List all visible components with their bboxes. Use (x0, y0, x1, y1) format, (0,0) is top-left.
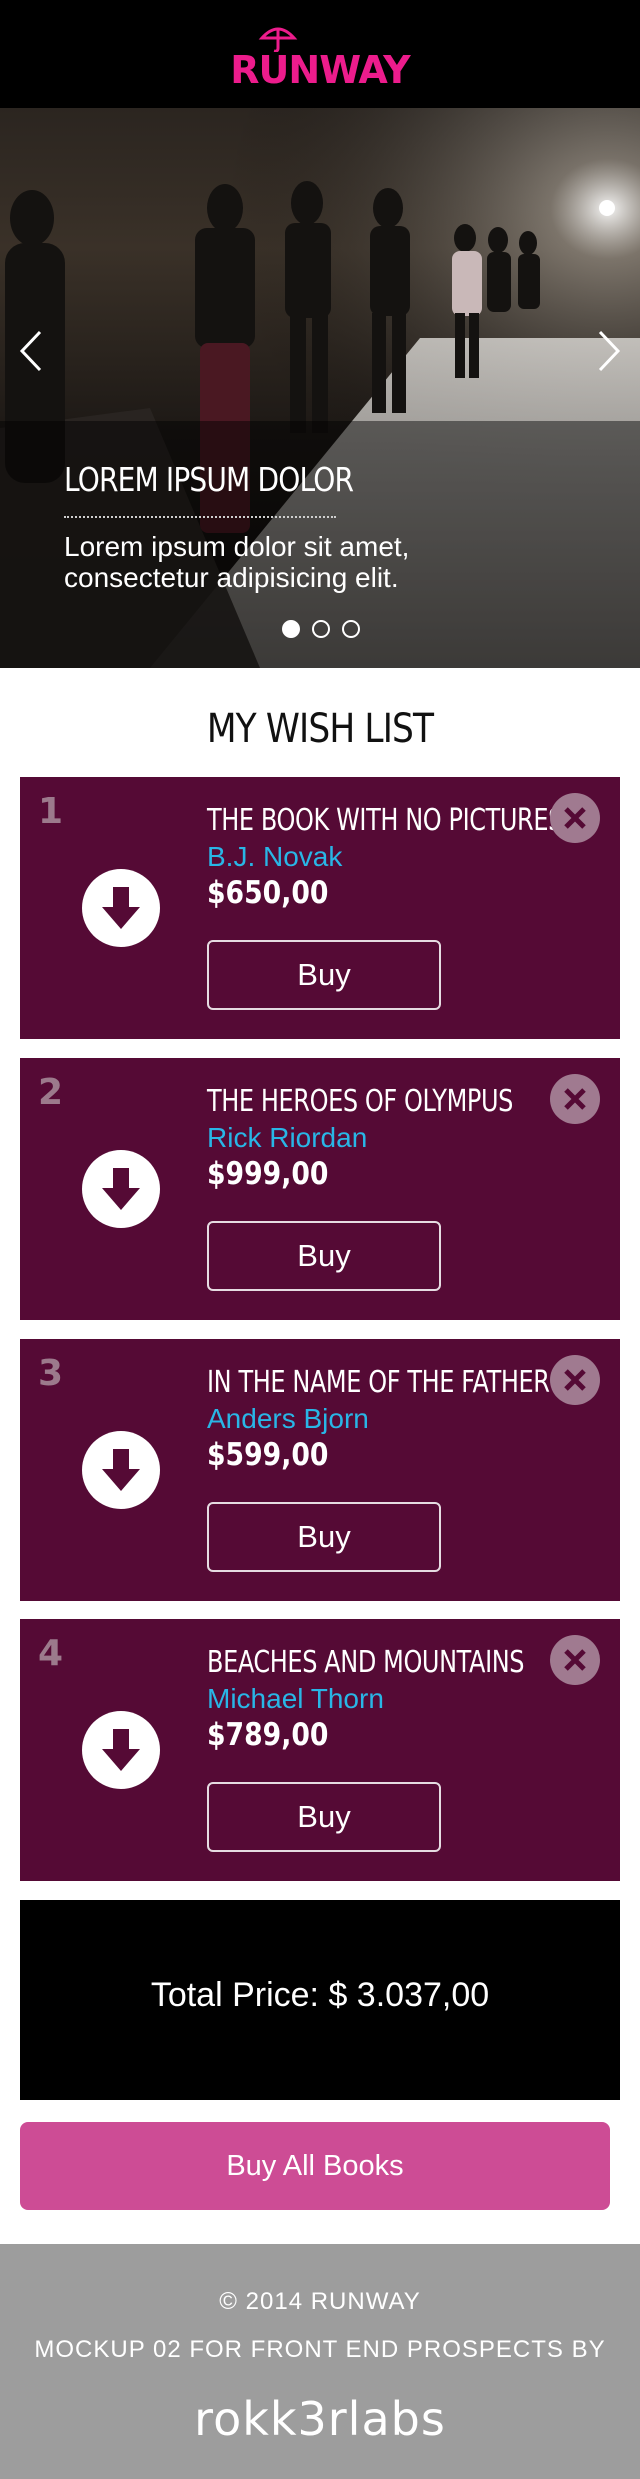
book-author[interactable]: Michael Thorn (207, 1683, 384, 1715)
slide-description: Lorem ipsum dolor sit amet, consectetur … (64, 531, 410, 593)
book-author[interactable]: B.J. Novak (207, 841, 342, 873)
wishlist-item: 3 IN THE NAME OF THE FATHER Anders Bjorn… (20, 1339, 620, 1601)
item-number: 4 (38, 1633, 64, 1674)
book-author[interactable]: Rick Riordan (207, 1122, 367, 1154)
chevron-right-icon[interactable] (592, 328, 626, 374)
item-number: 2 (38, 1072, 64, 1113)
buy-all-button[interactable]: Buy All Books (20, 2122, 610, 2210)
wishlist-item: 2 THE HEROES OF OLYMPUS Rick Riordan $99… (20, 1058, 620, 1320)
download-arrow-icon[interactable] (82, 1431, 160, 1509)
item-number: 1 (38, 791, 64, 832)
logo-text: RUNWAY (230, 48, 410, 92)
wishlist-item: 4 BEACHES AND MOUNTAINS Michael Thorn $7… (20, 1619, 620, 1881)
close-icon[interactable] (550, 1355, 600, 1405)
book-price: $789,00 (207, 1717, 329, 1753)
close-icon[interactable] (550, 1074, 600, 1124)
book-title: THE HEROES OF OLYMPUS (207, 1084, 513, 1119)
slider-dot[interactable] (342, 620, 360, 638)
slider-dot[interactable] (282, 620, 300, 638)
wishlist-item: 1 THE BOOK WITH NO PICTURES B.J. Novak $… (20, 777, 620, 1039)
rokk3rlabs-logo[interactable]: rokk3rlabs (0, 2392, 640, 2446)
slide-title: LOREM IPSUM DOLOR (64, 460, 354, 499)
download-arrow-icon[interactable] (82, 869, 160, 947)
download-arrow-icon[interactable] (82, 1711, 160, 1789)
buy-button[interactable]: Buy (207, 940, 441, 1010)
download-arrow-icon[interactable] (82, 1150, 160, 1228)
book-title: BEACHES AND MOUNTAINS (207, 1645, 525, 1680)
app-header: RUNWAY (0, 0, 640, 108)
footer: © 2014 RUNWAY MOCKUP 02 FOR FRONT END PR… (0, 2244, 640, 2479)
wishlist-heading: MY WISH LIST (206, 706, 434, 752)
slider-pagination (280, 620, 360, 640)
item-number: 3 (38, 1353, 64, 1394)
buy-button[interactable]: Buy (207, 1782, 441, 1852)
book-price: $650,00 (207, 875, 329, 911)
runway-logo[interactable]: RUNWAY (0, 18, 640, 92)
book-author[interactable]: Anders Bjorn (207, 1403, 369, 1435)
hero-slider[interactable]: LOREM IPSUM DOLOR Lorem ipsum dolor sit … (0, 108, 640, 668)
total-price: Total Price: $ 3.037,00 (150, 1976, 490, 2014)
caption-divider (64, 516, 336, 518)
buy-button[interactable]: Buy (207, 1221, 441, 1291)
book-title: THE BOOK WITH NO PICTURES (207, 803, 563, 838)
close-icon[interactable] (550, 793, 600, 843)
buy-button[interactable]: Buy (207, 1502, 441, 1572)
footer-copyright: © 2014 RUNWAY (219, 2288, 421, 2315)
chevron-left-icon[interactable] (14, 328, 48, 374)
close-icon[interactable] (550, 1635, 600, 1685)
book-price: $599,00 (207, 1437, 329, 1473)
book-title: IN THE NAME OF THE FATHER (207, 1365, 550, 1400)
total-price-panel: Total Price: $ 3.037,00 (20, 1900, 620, 2100)
footer-credit: MOCKUP 02 FOR FRONT END PROSPECTS BY (34, 2336, 606, 2363)
slider-dot[interactable] (312, 620, 330, 638)
book-price: $999,00 (207, 1156, 329, 1192)
